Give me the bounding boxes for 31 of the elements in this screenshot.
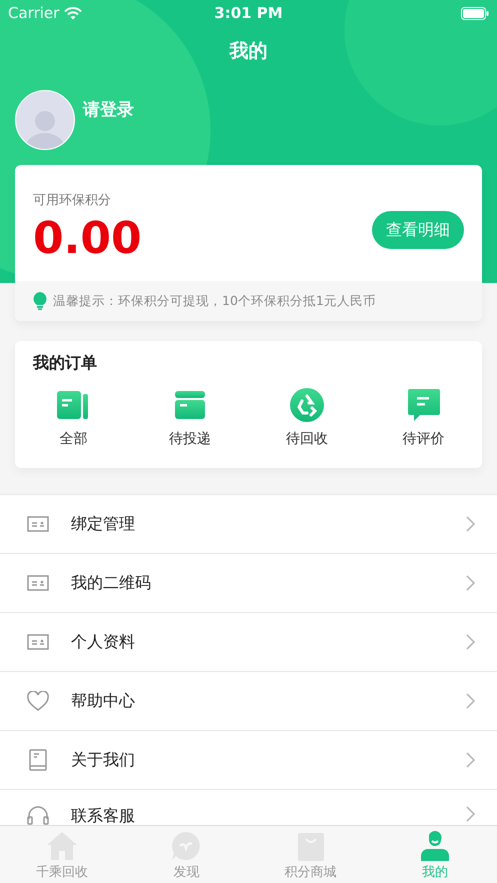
battery-icon (461, 6, 489, 20)
tip-text: 温馨提示：环保积分可提现，10个环保积分抵1元人民币 (53, 292, 376, 310)
chevron-right-icon (466, 575, 475, 591)
points-label: 可用环保积分 (33, 192, 112, 209)
wifi-icon (64, 6, 82, 20)
order-category-button[interactable]: 待评价 (365, 388, 482, 448)
status-time: 3:01 PM (214, 4, 283, 22)
points-value: 0.00 (33, 215, 142, 263)
headset-icon (27, 806, 49, 825)
order-category-button[interactable]: 待投递 (132, 388, 248, 448)
order-category-button[interactable]: 全部 (15, 388, 132, 448)
id-card-icon (27, 575, 49, 591)
chevron-right-icon (466, 634, 475, 650)
recycle-icon (290, 388, 324, 422)
person-icon (420, 831, 450, 861)
book-icon (29, 749, 47, 771)
comment-icon (408, 389, 440, 421)
chevron-right-icon (466, 752, 475, 768)
id-card-icon (27, 634, 49, 650)
id-card-icon (27, 516, 49, 532)
page-title: 我的 (228, 39, 268, 64)
document-icon (57, 391, 90, 419)
carrier-name: Carrier (8, 4, 60, 22)
heart-icon (27, 691, 49, 711)
order-category-button[interactable]: 待回收 (248, 388, 366, 448)
lightbulb-icon (33, 292, 47, 310)
box-icon (175, 391, 206, 419)
chevron-right-icon (466, 693, 475, 709)
chevron-right-icon (466, 516, 475, 532)
chevron-right-icon (466, 806, 475, 822)
orders-title: 我的订单 (32, 353, 98, 374)
